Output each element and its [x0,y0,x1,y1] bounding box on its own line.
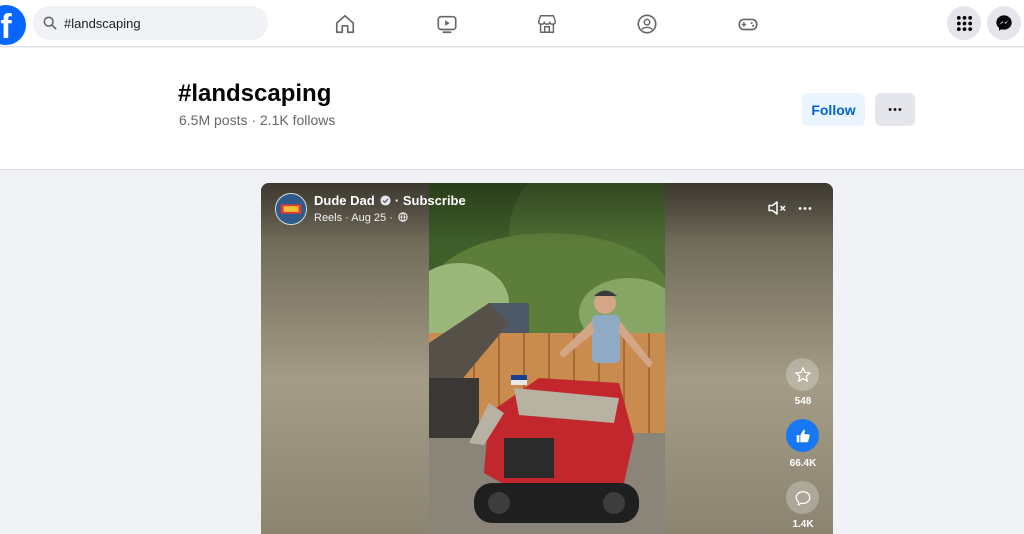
subscribe-link[interactable]: Subscribe [403,193,466,208]
more-horizontal-icon [888,108,902,111]
mute-icon[interactable] [767,199,789,217]
dude-dad-logo-icon [276,194,306,224]
star-icon [794,366,811,382]
messenger-icon[interactable] [987,6,1021,40]
groups-icon[interactable] [635,12,659,36]
separator-dot: · [394,193,403,208]
home-icon[interactable] [333,12,357,36]
save-reel-button[interactable] [786,358,819,391]
likes-count: 66.4K [789,458,817,469]
comments-count: 1.4K [792,519,814,530]
hashtag-header: #landscaping 6.5M posts · 2.1K follows F… [0,48,1024,170]
search-icon [43,16,57,30]
search-input[interactable] [64,15,244,31]
reel-card[interactable]: Dude Dad · Subscribe Reels · Aug 25 · 54… [261,183,833,534]
marketplace-icon[interactable] [535,12,559,36]
gaming-icon[interactable] [736,12,760,36]
like-button[interactable] [786,419,819,452]
comment-button[interactable] [786,481,819,514]
author-name[interactable]: Dude Dad [314,193,375,208]
reel-more-options-icon[interactable] [795,199,815,217]
reel-source-meta: Reels · Aug 25 · [314,212,408,224]
facebook-logo-icon[interactable]: f [0,5,26,45]
more-options-button[interactable] [875,93,915,126]
verified-icon [380,195,391,206]
top-navigation-bar: f [0,0,1024,47]
globe-icon [398,212,408,222]
avatar[interactable] [275,193,307,225]
page-title: #landscaping [178,80,332,107]
saves-count: 548 [794,396,812,407]
hashtag-stats: 6.5M posts · 2.1K follows [179,112,336,128]
search-box[interactable] [33,6,268,40]
follow-button[interactable]: Follow [802,93,865,126]
reel-source-text[interactable]: Reels · Aug 25 · [314,212,393,224]
video-icon[interactable] [435,12,459,36]
reel-author-line: Dude Dad · Subscribe [314,193,466,208]
comment-icon [795,490,810,506]
like-icon [796,429,810,442]
menu-grid-icon[interactable] [947,6,981,40]
